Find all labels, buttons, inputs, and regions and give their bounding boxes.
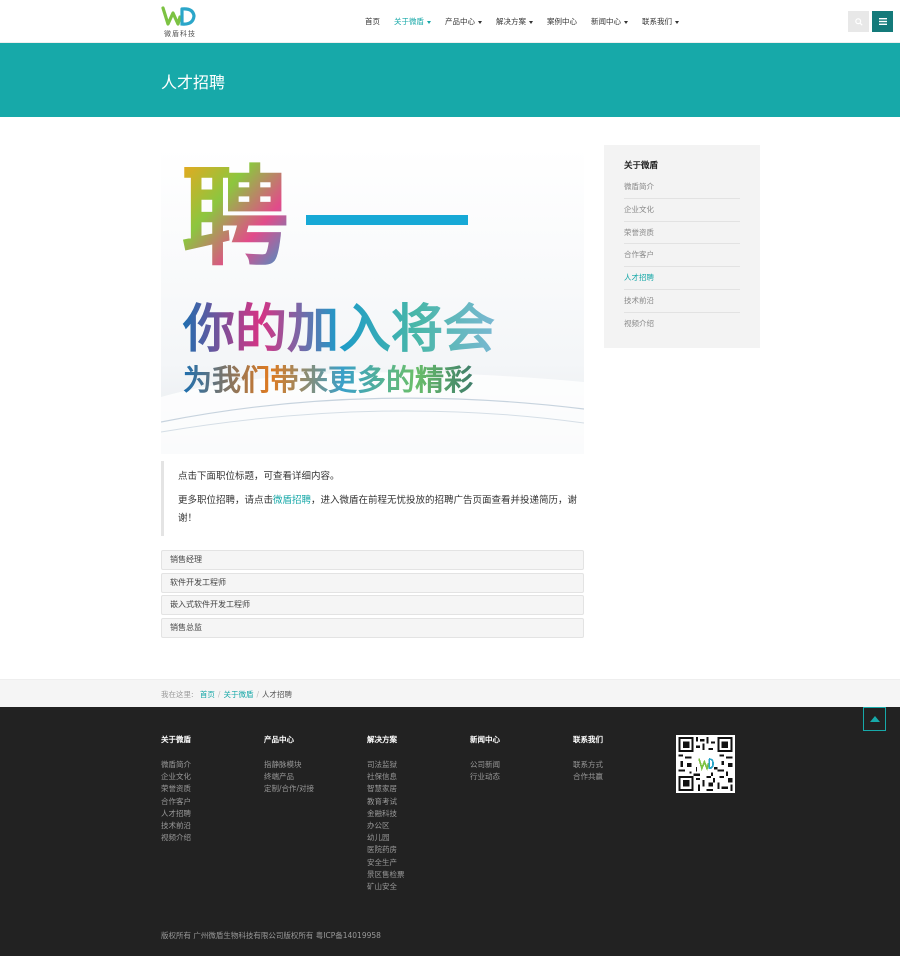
footer-link[interactable]: 教育考试 [367, 796, 405, 808]
recruit-banner-image: 聘 你的加入将会 为我们带来更多的精彩 [161, 147, 584, 454]
breadcrumb-separator: / [256, 690, 259, 699]
chevron-down-icon [624, 20, 628, 24]
footer-col-products: 产品中心 指静脉模块 终端产品 定制/合作/对接 [264, 734, 314, 796]
job-item[interactable]: 销售经理 [161, 550, 584, 570]
search-icon [854, 17, 863, 26]
logo-mark-icon [161, 6, 196, 26]
footer-link[interactable]: 金融科技 [367, 808, 405, 820]
menu-button[interactable] [872, 11, 893, 32]
footer-link[interactable]: 荣誉资质 [161, 783, 191, 795]
qr-code-icon [678, 737, 733, 791]
sidebar-item-video[interactable]: 视频介绍 [624, 313, 740, 336]
sidebar-item-tech[interactable]: 技术前沿 [624, 290, 740, 313]
qr-code [676, 735, 735, 793]
page-title: 人才招聘 [161, 73, 226, 92]
sidebar: 关于微盾 微盾简介 企业文化 荣誉资质 合作客户 人才招聘 技术前沿 视频介绍 [604, 145, 760, 348]
job-item[interactable]: 销售总监 [161, 617, 584, 638]
recruit-link[interactable]: 微盾招聘 [273, 495, 311, 506]
footer-col-solutions: 解决方案 司法监狱 社保信息 智慧家居 教育考试 金融科技 办公区 幼儿园 医院… [367, 734, 405, 893]
footer-link[interactable]: 合作客户 [161, 796, 191, 808]
breadcrumb-bar: 我在这里: 首页 / 关于微盾 / 人才招聘 [0, 679, 900, 707]
nav-cases[interactable]: 案例中心 [540, 16, 584, 27]
nav-products[interactable]: 产品中心 [438, 16, 489, 27]
footer-link[interactable]: 视频介绍 [161, 832, 191, 844]
footer-col-about: 关于微盾 微盾简介 企业文化 荣誉资质 合作客户 人才招聘 技术前沿 视频介绍 [161, 734, 191, 844]
nav-news[interactable]: 新闻中心 [584, 16, 635, 27]
chevron-down-icon [675, 20, 679, 24]
breadcrumb: 我在这里: 首页 / 关于微盾 / 人才招聘 [161, 689, 292, 700]
footer-link[interactable]: 指静脉模块 [264, 759, 314, 771]
sidebar-item-intro[interactable]: 微盾简介 [624, 176, 740, 199]
footer-link[interactable]: 智慧家居 [367, 783, 405, 795]
footer-link[interactable]: 技术前沿 [161, 820, 191, 832]
footer-link[interactable]: 终端产品 [264, 771, 314, 783]
back-to-top-button[interactable] [863, 707, 886, 731]
footer-col-title: 关于微盾 [161, 735, 191, 744]
chevron-down-icon [427, 20, 431, 24]
footer-link[interactable]: 矿山安全 [367, 881, 405, 893]
site-footer: 关于微盾 微盾简介 企业文化 荣誉资质 合作客户 人才招聘 技术前沿 视频介绍 … [0, 707, 900, 956]
footer-col-title: 联系我们 [573, 735, 603, 744]
main-nav: 首页 关于微盾 产品中心 解决方案 案例中心 新闻中心 联系我们 [358, 0, 686, 43]
footer-link[interactable]: 办公区 [367, 820, 405, 832]
search-button[interactable] [848, 11, 869, 32]
intro-line1: 点击下面职位标题，可查看详细内容。 [178, 471, 340, 482]
page-banner: 人才招聘 [0, 43, 900, 117]
footer-link[interactable]: 社保信息 [367, 771, 405, 783]
menu-icon [878, 18, 887, 25]
footer-link[interactable]: 合作共赢 [573, 771, 603, 783]
arrow-up-icon [869, 716, 880, 722]
sidebar-item-clients[interactable]: 合作客户 [624, 244, 740, 268]
footer-link[interactable]: 定制/合作/对接 [264, 783, 314, 795]
recruit-slogan-line1: 你的加入将会 [182, 300, 495, 360]
footer-col-news: 新闻中心 公司新闻 行业动态 [470, 734, 500, 783]
footer-link[interactable]: 微盾简介 [161, 759, 191, 771]
chevron-down-icon [478, 20, 482, 24]
footer-link[interactable]: 公司新闻 [470, 759, 500, 771]
footer-link[interactable]: 人才招聘 [161, 808, 191, 820]
footer-col-title: 产品中心 [264, 735, 294, 744]
chevron-down-icon [529, 20, 533, 24]
sidebar-item-recruit[interactable]: 人才招聘 [624, 267, 740, 290]
site-header: 微盾科技 首页 关于微盾 产品中心 解决方案 案例中心 新闻中心 联系我们 [0, 0, 900, 43]
decorative-bar [306, 215, 468, 225]
breadcrumb-about[interactable]: 关于微盾 [223, 690, 253, 699]
footer-link[interactable]: 行业动态 [470, 771, 500, 783]
nav-solutions[interactable]: 解决方案 [489, 16, 540, 27]
sidebar-item-honors[interactable]: 荣誉资质 [624, 222, 740, 245]
footer-link[interactable]: 幼儿园 [367, 832, 405, 844]
sidebar-item-culture[interactable]: 企业文化 [624, 199, 740, 222]
sidebar-title: 关于微盾 [624, 161, 659, 171]
logo-text: 微盾科技 [164, 30, 196, 38]
recruit-slogan-line2: 为我们带来更多的精彩 [183, 363, 473, 397]
site-logo[interactable]: 微盾科技 [160, 5, 200, 39]
footer-link[interactable]: 企业文化 [161, 771, 191, 783]
footer-col-contact: 联系我们 联系方式 合作共赢 [573, 734, 603, 783]
breadcrumb-separator: / [217, 690, 221, 699]
breadcrumb-home[interactable]: 首页 [200, 690, 215, 699]
nav-home[interactable]: 首页 [358, 16, 387, 27]
job-item[interactable]: 软件开发工程师 [161, 572, 584, 593]
intro-line2: 更多职位招聘，请点击微盾招聘，进入微盾在前程无忧投放的招聘广告页面查看并投递简历… [178, 495, 578, 524]
footer-col-title: 解决方案 [367, 735, 397, 744]
copyright-text: 版权所有 广州微盾生物科技有限公司版权所有 粤ICP备14019958 [161, 931, 381, 940]
recruit-big-char: 聘 [181, 156, 289, 281]
job-item[interactable]: 嵌入式软件开发工程师 [161, 595, 584, 616]
job-list: 销售经理 软件开发工程师 嵌入式软件开发工程师 销售总监 [161, 550, 584, 640]
footer-link[interactable]: 景区售检票 [367, 869, 405, 881]
footer-link[interactable]: 司法监狱 [367, 759, 405, 771]
nav-about[interactable]: 关于微盾 [387, 16, 438, 27]
nav-contact[interactable]: 联系我们 [635, 16, 686, 27]
breadcrumb-current: 人才招聘 [261, 690, 292, 699]
recruit-intro: 点击下面职位标题，可查看详细内容。 更多职位招聘，请点击微盾招聘，进入微盾在前程… [161, 461, 584, 536]
footer-link[interactable]: 联系方式 [573, 759, 603, 771]
footer-col-title: 新闻中心 [470, 735, 500, 744]
footer-link[interactable]: 医院药房 [367, 844, 405, 856]
footer-link[interactable]: 安全生产 [367, 857, 405, 869]
breadcrumb-prefix: 我在这里: [161, 690, 194, 699]
